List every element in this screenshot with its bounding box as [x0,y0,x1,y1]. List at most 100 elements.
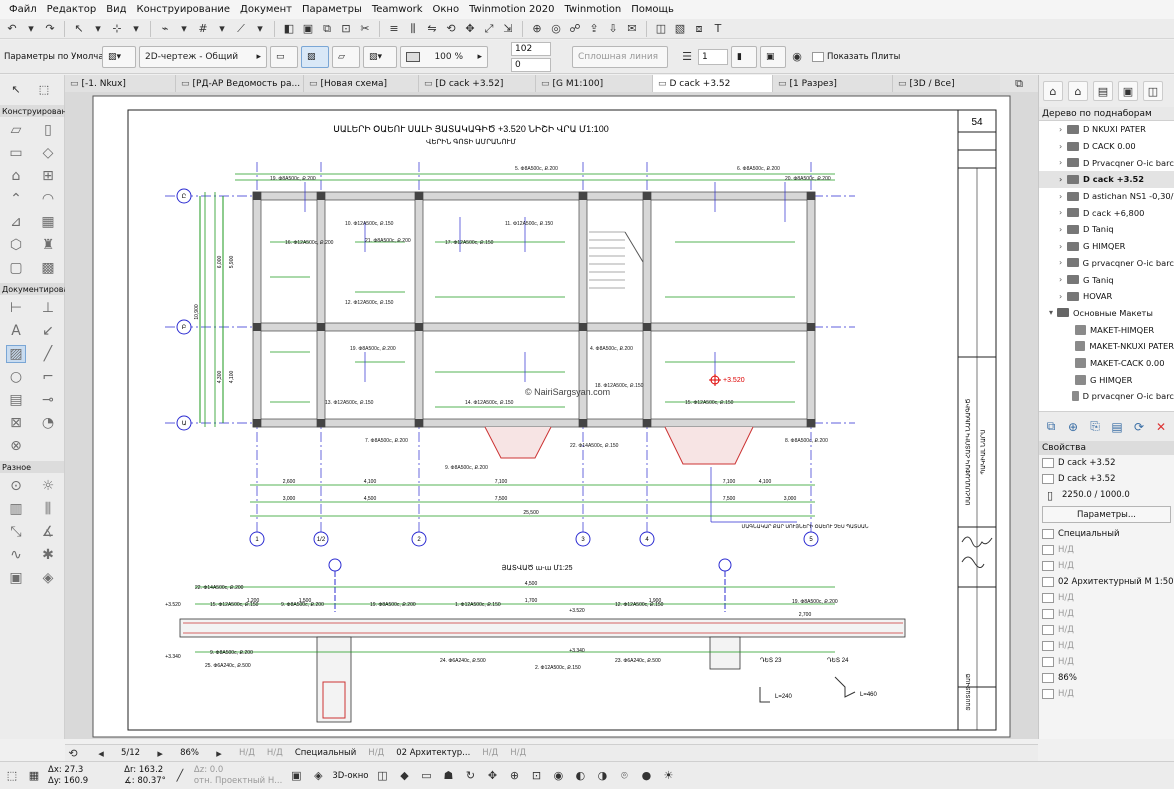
offset-field[interactable]: 0 [511,57,551,72]
3d-window-label[interactable]: 3D-окно [332,771,368,781]
curtain-wall-tool-icon[interactable]: ▦ [38,213,58,231]
prop-row[interactable]: 86% [1039,670,1174,686]
mirror-icon[interactable]: ⇋ [424,21,440,37]
prop-row[interactable]: Н/Д [1039,638,1174,654]
camera-icon[interactable]: ⌾ [616,768,632,784]
chevron-icon[interactable]: › [1059,275,1067,284]
prop-id[interactable]: D cack +3.52 [1058,458,1115,468]
tree-item[interactable]: › G prvacqner O-ic barc [1039,255,1174,272]
magic-wand-icon[interactable]: ⌁ [157,21,173,37]
marquee-tool-icon[interactable]: ⬚ [36,81,52,97]
menu-item[interactable]: Редактор [42,4,102,15]
record-icon[interactable]: ● [638,768,654,784]
menu-item[interactable]: Twinmotion 2020 [464,4,559,15]
menu-item[interactable]: Помощь [626,4,679,15]
hotspot-tool-icon[interactable]: ✱ [38,546,58,564]
prop-row[interactable]: Н/Д [1039,622,1174,638]
stretch-icon[interactable]: ⤢ [481,21,497,37]
tree-item[interactable]: › D astichan NS1 -0,30/ [1039,188,1174,205]
view-tab[interactable]: ▭ D cack +3.52 [653,75,773,92]
menu-item[interactable]: Вид [101,4,131,15]
section-design[interactable]: Конструирование [0,105,77,117]
grid-tool-icon[interactable]: ⊙ [6,477,26,495]
zoom-icon[interactable]: ⊕ [506,768,522,784]
chevron-icon[interactable]: › [1059,175,1067,184]
menu-item[interactable]: Окно [428,4,465,15]
dropdown-icon[interactable]: ▾ [128,21,144,37]
chevron-icon[interactable]: › [1059,258,1067,267]
door-tool-icon[interactable]: ⌂ [6,167,26,185]
dropdown-icon[interactable]: ▾ [90,21,106,37]
lock-button[interactable]: ▣ [760,45,786,68]
drawing-canvas[interactable]: 54 ՍԱՀՄԱՆԱՓԱԿ ՀԱՏՈՒԿ ՆԱԽԱԳԻԾ ՊԱԿԻԱԼ ՆԱՐՍ… [65,92,1038,739]
send-icon[interactable]: ⇪ [586,21,602,37]
tree-item[interactable]: MAKET-NKUXI PATER [1039,338,1174,355]
group-icon[interactable]: ⧉ [319,21,335,37]
delete-icon[interactable]: ✕ [1153,419,1169,435]
view-tab[interactable]: ▭ [G M1:100] [536,75,653,92]
floor-plan-icon[interactable]: ▣ [288,768,304,784]
geometry-method-1[interactable]: ▭ [270,45,298,68]
arrow-select-icon[interactable]: ↖ [71,21,87,37]
tree-item[interactable]: › D cack +3.52 [1039,171,1174,188]
visibility-button[interactable]: ▮ [731,45,757,68]
object-tool-icon[interactable]: ♜ [38,236,58,254]
section-misc[interactable]: Разное [0,461,64,473]
dropdown-icon[interactable]: ▾ [176,21,192,37]
railing-tool-icon[interactable]: ⫼ [38,500,58,518]
redo-icon[interactable]: ↷ [42,21,58,37]
model-view-select[interactable]: 2D-чертеж - Общий ▸ [139,45,267,68]
snap-icon[interactable]: ⊹ [109,21,125,37]
status-nd-5[interactable]: Н/Д [510,748,526,758]
folder-icon[interactable]: ▤ [1109,419,1125,435]
tree-item[interactable]: › D Taniq [1039,221,1174,238]
twinmotion-icon[interactable]: T [710,21,726,37]
radial-dim-tool-icon[interactable]: ⤡ [6,523,26,541]
morph-tool-icon[interactable]: ⬡ [6,236,26,254]
dropdown-icon[interactable]: ▾ [214,21,230,37]
chevron-icon[interactable]: › [1059,125,1067,134]
menu-item[interactable]: Документ [235,4,297,15]
properties-title[interactable]: Свойства [1039,441,1174,455]
dimension-tool-icon[interactable]: ⊢ [6,299,26,317]
graphic-override-icon[interactable]: ▧ [672,21,688,37]
fill-pattern-select[interactable]: ▧▾ [363,45,397,68]
chevron-icon[interactable]: › [1059,292,1067,301]
teamwork-icon[interactable]: ☍ [567,21,583,37]
tree-item[interactable]: D prvacqner O-ic barc [1039,388,1174,405]
pan-icon[interactable]: ✥ [484,768,500,784]
zoom-level[interactable]: 86% [180,748,199,758]
undo-zoom-icon[interactable]: ⟲ [65,745,81,761]
receive-icon[interactable]: ⇩ [605,21,621,37]
menu-item[interactable]: Twinmotion [559,4,626,15]
status-nd-3[interactable]: Н/Д [368,748,384,758]
spline-tool-icon[interactable]: ∿ [6,546,26,564]
sun-icon[interactable]: ☀ [660,768,676,784]
geometry-method-2[interactable]: ▨ [301,45,329,68]
model-view-icon[interactable]: ◫ [653,21,669,37]
ungroup-icon[interactable]: ⊡ [338,21,354,37]
view-tab[interactable]: ▭ [1 Разрез] [773,75,893,92]
tree-item[interactable]: › D CACK 0.00 [1039,138,1174,155]
window-tool-icon[interactable]: ⊞ [38,167,58,185]
status-nd-4[interactable]: Н/Д [482,748,498,758]
snap-grid-icon[interactable]: ▦ [26,768,42,784]
tree-item[interactable]: › D NKUXI PATER [1039,121,1174,138]
roof-tool-icon[interactable]: ⌃ [6,190,26,208]
prop-row[interactable]: Н/Д [1039,590,1174,606]
arrow-tool-icon[interactable]: ↖ [8,81,24,97]
new-view-icon[interactable]: ⧉ [1043,419,1059,435]
prop-row[interactable]: Н/Д [1039,542,1174,558]
prev-page-icon[interactable]: ◂ [93,745,109,761]
mesh-tool-icon[interactable]: ▩ [38,259,58,277]
polyline-tool-icon[interactable]: ⌐ [38,368,58,386]
undo-icon[interactable]: ↶ [4,21,20,37]
line-type-select[interactable]: Сплошная линия [572,45,668,68]
shell-tool-icon[interactable]: ◠ [38,190,58,208]
lamp-tool-icon[interactable]: ☼ [38,477,58,495]
trim-icon[interactable]: ✂ [357,21,373,37]
layer-field[interactable]: 1 [698,48,728,65]
menu-item[interactable]: Параметры [297,4,367,15]
status-special[interactable]: Специальный [295,748,356,758]
tree-item[interactable]: › HOVAR [1039,288,1174,305]
